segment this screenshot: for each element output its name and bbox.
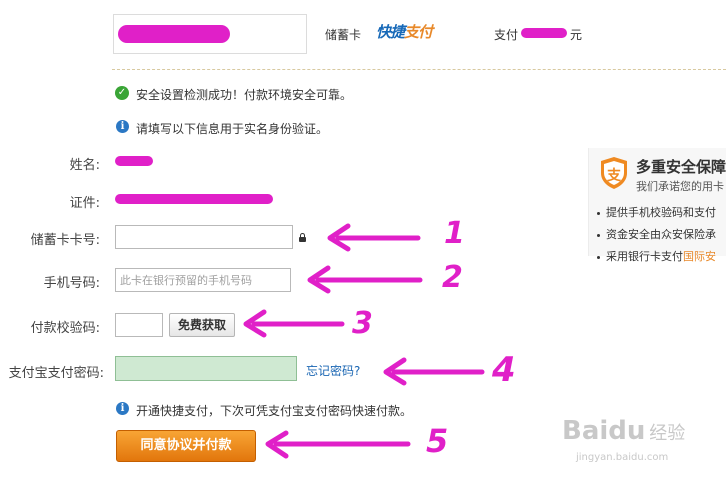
redacted-id [115,194,273,204]
watermark-brand: Baidu [562,416,646,446]
kuaijie-pay-logo: 快捷支付 [376,21,433,42]
security-check-notice: 安全设置检测成功！付款环境安全可靠。 [136,88,353,102]
redacted-bank-name [118,25,230,43]
info-icon: i [116,120,129,133]
security-item: 采用银行卡支付国际安 [597,248,716,264]
annotation-number-1: 1 [444,216,465,251]
pay-password-input[interactable] [115,356,297,381]
svg-text:支: 支 [606,167,622,184]
annotation-number-4: 4 [492,350,516,390]
forgot-password-link[interactable]: 忘记密码? [306,362,360,379]
annotation-arrow-3 [243,309,345,338]
annotation-arrow-4 [383,357,485,386]
pay-amount-prefix: 支付 [494,28,519,42]
security-panel-title: 多重安全保障 [636,158,726,176]
pay-amount-suffix: 元 [570,28,583,42]
id-label: 证件: [69,196,100,211]
security-guarantee-panel: 支 多重安全保障 我们承诺您的用卡 提供手机校验码和支付 资金安全由众安保险承 … [588,148,726,263]
annotation-number-5: 5 [426,422,449,460]
pay-password-label: 支付宝支付密码: [8,366,104,381]
security-item-text: 采用银行卡支付 [606,250,683,263]
card-type-label: 储蓄卡 [325,28,362,42]
annotation-arrow-1 [327,223,421,252]
phone-input[interactable] [115,268,291,292]
name-label: 姓名: [69,158,100,173]
watermark-cn: 经验 [649,423,686,444]
security-item-highlight: 国际安 [683,250,716,263]
redacted-amount [521,28,567,38]
info-icon: i [116,402,129,415]
security-item: 提供手机校验码和支付 [597,204,716,220]
kuaijie-logo-part1: 快捷 [376,23,405,41]
card-number-label: 储蓄卡卡号: [30,233,100,248]
security-panel-subtitle: 我们承诺您的用卡 [636,180,724,193]
header-divider [112,69,726,70]
verification-code-label: 付款校验码: [30,321,100,336]
security-item-text: 提供手机校验码和支付 [606,206,716,219]
baidu-watermark: Baidu 经验 [562,416,685,446]
redacted-name [115,156,153,166]
quickpay-tip: 开通快捷支付，下次可凭支付宝支付密码快速付款。 [136,404,413,418]
alipay-shield-icon: 支 [601,157,627,189]
agree-and-pay-button[interactable]: 同意协议并付款 [116,430,256,462]
lock-icon [299,233,306,242]
watermark-url: jingyan.baidu.com [576,452,669,463]
annotation-arrow-5 [265,430,411,459]
annotation-number-3: 3 [352,306,373,341]
kuaijie-logo-part2: 支付 [404,23,433,41]
card-number-input[interactable] [115,225,293,249]
verification-code-input[interactable] [115,313,163,337]
phone-label: 手机号码: [43,276,100,291]
success-check-icon: ✓ [115,86,129,100]
get-code-button[interactable]: 免费获取 [169,313,235,337]
security-item: 资金安全由众安保险承 [597,226,716,242]
annotation-arrow-2 [307,265,423,294]
security-item-text: 资金安全由众安保险承 [606,228,716,241]
annotation-number-2: 2 [442,260,463,295]
bank-logo-box [113,14,307,54]
realname-notice: 请填写以下信息用于实名身份验证。 [136,122,329,136]
